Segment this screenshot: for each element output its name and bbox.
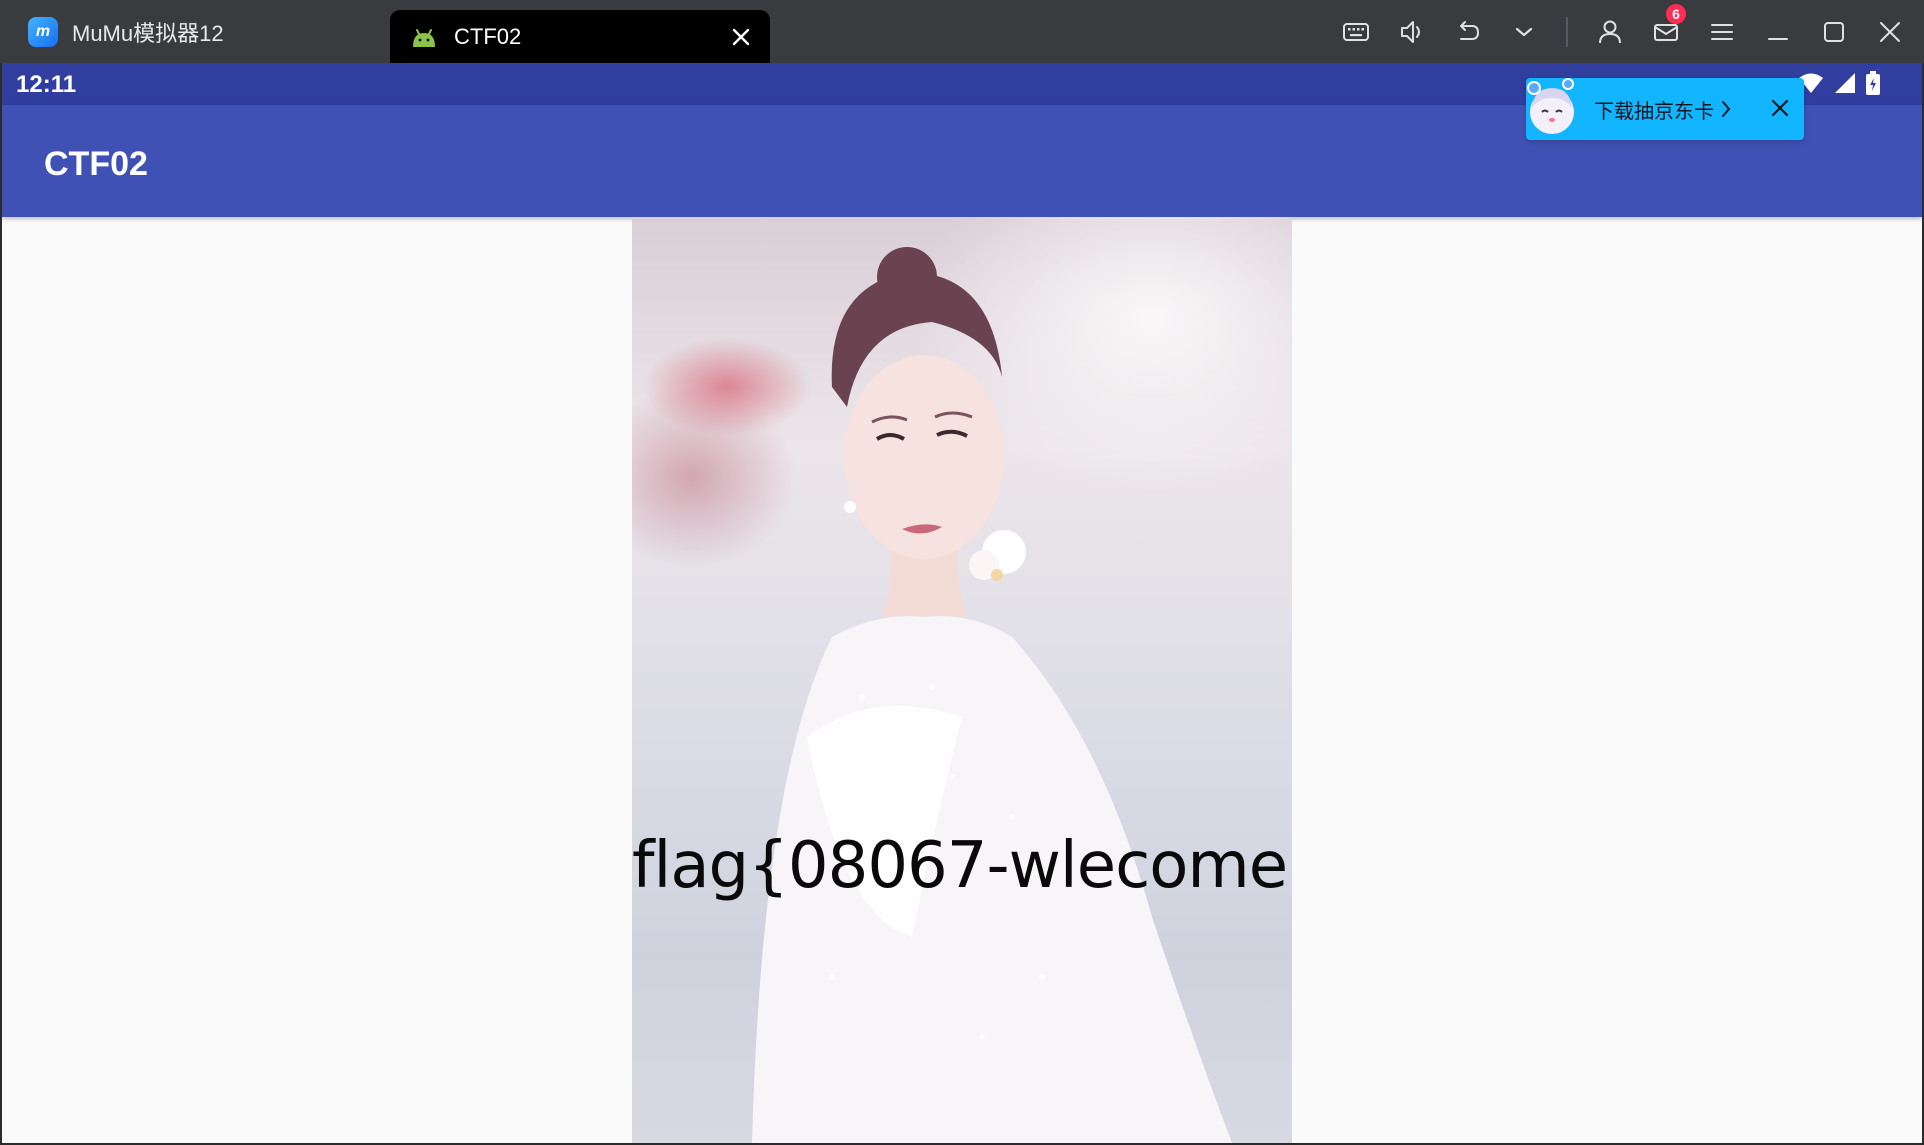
promo-close-icon[interactable] (1770, 98, 1790, 118)
chevron-right-icon (1722, 101, 1731, 117)
status-time: 12:11 (16, 71, 77, 98)
menu-button[interactable] (1694, 0, 1750, 63)
emulator-titlebar: m MuMu模拟器12 CTF02 6 (0, 0, 1924, 63)
tab-mumu-home[interactable]: m MuMu模拟器12 (0, 0, 390, 63)
promo-text: 下载抽京东卡 (1594, 100, 1714, 123)
minimize-icon (1768, 37, 1788, 40)
tab-mumu-home-label: MuMu模拟器12 (72, 20, 224, 46)
tab-close-icon[interactable] (730, 26, 752, 48)
android-screen: 12:11 CTF02 下载抽京东卡 flag{08067-wlecome} (2, 63, 1922, 1143)
mail-badge: 6 (1666, 4, 1686, 24)
volume-icon (1401, 20, 1420, 43)
window-close-button[interactable] (1862, 0, 1918, 63)
user-icon (1599, 20, 1621, 43)
battery-icon (1866, 71, 1880, 95)
close-icon (1880, 21, 1900, 42)
keyboard-button[interactable] (1328, 0, 1384, 63)
promo-link[interactable]: 下载抽京东卡 (1594, 95, 1732, 124)
maximize-icon (1824, 21, 1844, 42)
account-button[interactable] (1582, 0, 1638, 63)
chevron-down-icon (1515, 27, 1533, 36)
undo-button[interactable] (1440, 0, 1496, 63)
tab-ctf02-label: CTF02 (454, 23, 522, 49)
content-photo: flag{08067-wlecome} (632, 217, 1292, 1143)
promo-banner[interactable]: 下载抽京东卡 (1526, 78, 1804, 140)
messages-button[interactable]: 6 (1638, 0, 1694, 63)
more-dropdown-button[interactable] (1496, 0, 1552, 63)
toolbar-divider (1566, 16, 1568, 47)
volume-button[interactable] (1384, 0, 1440, 63)
app-title: CTF02 (44, 145, 148, 183)
menu-icon (1711, 23, 1733, 40)
maximize-button[interactable] (1806, 0, 1862, 63)
mumu-logo-icon: m (28, 16, 58, 47)
undo-icon (1460, 20, 1480, 40)
tab-ctf02[interactable]: CTF02 (390, 10, 770, 63)
status-icons (1798, 71, 1880, 95)
flag-text: flag{08067-wlecome} (632, 829, 1292, 903)
emulator-toolbar: 6 (1328, 0, 1924, 63)
keyboard-icon (1343, 22, 1369, 41)
minimize-button[interactable] (1750, 0, 1806, 63)
android-app-icon (413, 28, 435, 47)
signal-icon (1835, 73, 1855, 93)
portrait-illustration (752, 247, 1232, 1143)
mascot-icon (1527, 78, 1574, 134)
